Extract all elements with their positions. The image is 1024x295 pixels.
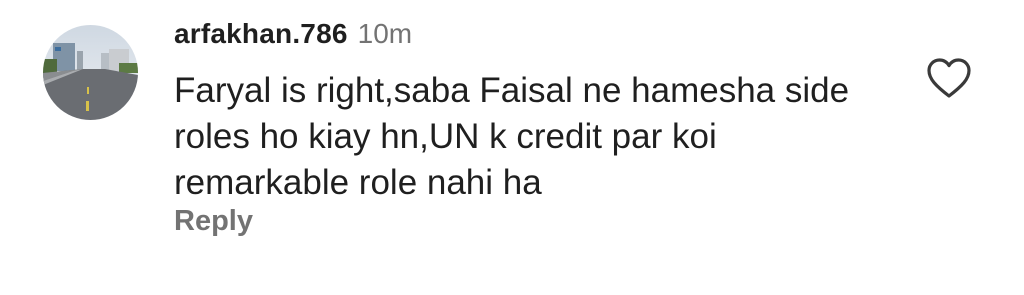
avatar-road-image xyxy=(43,25,138,120)
heart-outline-icon xyxy=(927,58,971,98)
comment-item: arfakhan.786 10m Faryal is right,saba Fa… xyxy=(0,0,1024,295)
comment-text: Faryal is right,saba Faisal ne hamesha s… xyxy=(174,71,850,202)
timestamp: 10m xyxy=(357,18,413,49)
reply-button[interactable]: Reply xyxy=(174,205,253,238)
avatar[interactable] xyxy=(43,25,138,120)
comment-header: arfakhan.786 10m xyxy=(174,18,412,58)
like-button[interactable] xyxy=(926,57,972,99)
username-link[interactable]: arfakhan.786 xyxy=(174,18,348,50)
